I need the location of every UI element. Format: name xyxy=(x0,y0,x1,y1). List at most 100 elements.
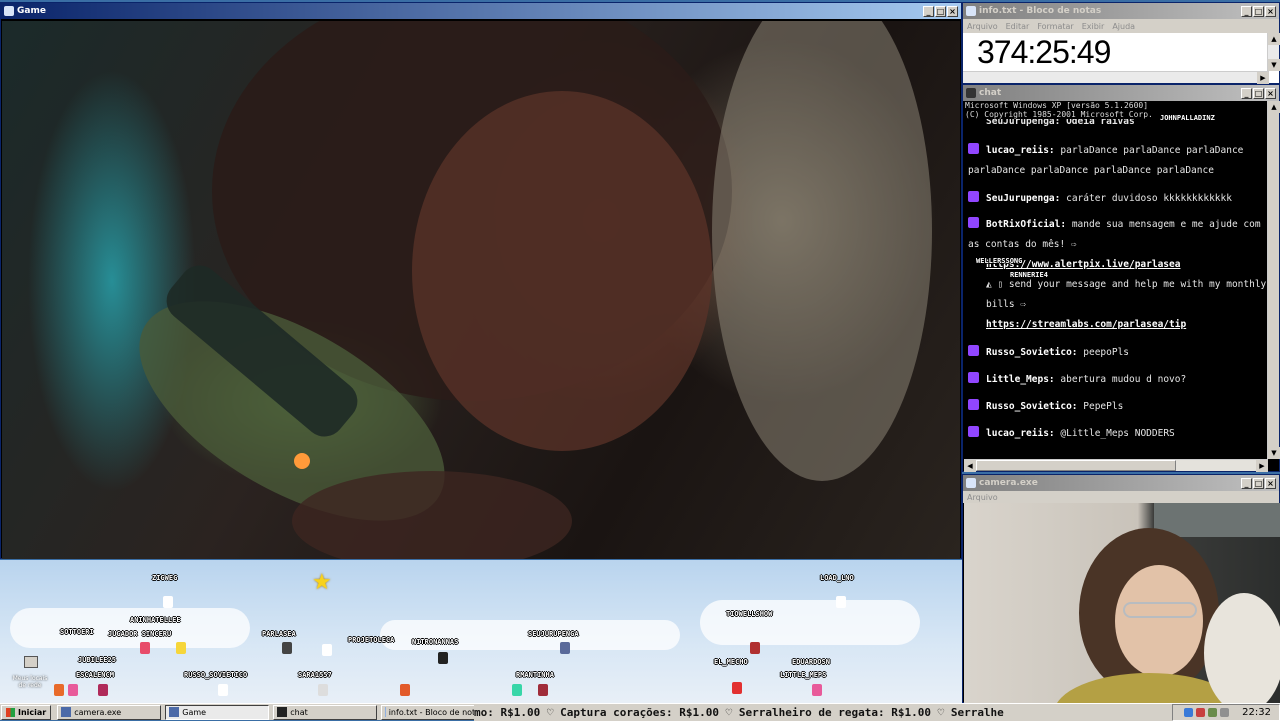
twitch-badge-icon xyxy=(968,399,979,410)
start-button[interactable]: Iniciar xyxy=(1,705,51,720)
menu-ajuda[interactable]: Ajuda xyxy=(1112,22,1135,31)
twitch-badge-icon xyxy=(968,372,979,383)
viewer-sprite xyxy=(512,684,522,696)
system-tray: 22:32 xyxy=(1172,704,1280,721)
camera-title: camera.exe xyxy=(979,478,1241,488)
maximize-button[interactable]: □ xyxy=(1253,6,1264,17)
tray-app-icon[interactable] xyxy=(1196,708,1205,717)
viewer-sprite xyxy=(54,684,64,696)
viewer-nick: ESCALENCM xyxy=(76,671,114,679)
twitch-badge-icon xyxy=(968,217,979,228)
chat-text: caráter duvidoso kkkkkkkkkkkk xyxy=(1066,193,1232,204)
notepad-horizontal-scrollbar[interactable]: ▶ xyxy=(963,71,1269,83)
viewer-nick: RUSSO_SOVIETICO xyxy=(184,671,247,679)
menu-exibir[interactable]: Exibir xyxy=(1082,22,1105,31)
minimize-button[interactable]: _ xyxy=(1241,478,1252,489)
desktop-icon-label: Meus locais de rede xyxy=(8,675,52,689)
chat-console: Microsoft Windows XP [versão 5.1.2600] (… xyxy=(964,101,1268,459)
viewer-nick: SEUJURUPENGA xyxy=(528,630,579,638)
camera-icon xyxy=(61,707,71,717)
close-button[interactable]: × xyxy=(1265,6,1276,17)
viewer-sprite xyxy=(538,684,548,696)
close-button[interactable]: × xyxy=(1265,478,1276,489)
chat-titlebar[interactable]: chat _ □ × xyxy=(963,85,1279,101)
menu-arquivo[interactable]: Arquivo xyxy=(967,22,998,31)
viewer-sprite xyxy=(400,684,410,696)
chat-cut-line: SeuJurupenga: Odeia raivas xyxy=(968,119,1135,129)
maximize-button[interactable]: □ xyxy=(935,6,946,17)
taskbar-clock[interactable]: 22:32 xyxy=(1242,707,1271,718)
close-button[interactable]: × xyxy=(947,6,958,17)
viewer-nick: LITTLE_MEPS xyxy=(780,671,826,679)
viewer-sprite xyxy=(732,682,742,694)
chat-username: BotRixOficial: xyxy=(986,219,1066,230)
task-label: Game xyxy=(182,708,206,717)
task-game[interactable]: Game xyxy=(165,705,269,720)
window-icon xyxy=(4,6,14,16)
task-camera[interactable]: camera.exe xyxy=(57,705,161,720)
chat-username: Little_Meps: xyxy=(986,374,1055,385)
minimize-button[interactable]: _ xyxy=(1241,88,1252,99)
viewer-sprite xyxy=(176,642,186,654)
scrollbar-thumb[interactable] xyxy=(976,460,1176,471)
camera-window: camera.exe _ □ × Arquivo xyxy=(962,474,1280,703)
close-button[interactable]: × xyxy=(1265,88,1276,99)
camera-menubar: Arquivo xyxy=(963,491,1279,503)
chat-link[interactable]: https://streamlabs.com/parlasea/tip xyxy=(986,319,1186,330)
scroll-right-icon[interactable]: ▶ xyxy=(1257,72,1269,84)
minimize-button[interactable]: _ xyxy=(1241,6,1252,17)
maximize-button[interactable]: □ xyxy=(1253,88,1264,99)
task-notepad[interactable]: info.txt - Bloco de notas xyxy=(381,705,485,720)
viewer-sprite xyxy=(750,642,760,654)
tray-network-icon[interactable] xyxy=(1184,708,1193,717)
viewer-sprite xyxy=(322,644,332,656)
scroll-down-icon[interactable]: ▼ xyxy=(1268,447,1280,459)
scroll-down-icon[interactable]: ▼ xyxy=(1268,59,1280,71)
viewer-sprite xyxy=(282,642,292,654)
notepad-titlebar[interactable]: info.txt - Bloco de notas _ □ × xyxy=(963,3,1279,19)
viewer-sprite xyxy=(68,684,78,696)
viewer-nick: LOAD_LNO xyxy=(820,574,854,582)
menu-editar[interactable]: Editar xyxy=(1006,22,1030,31)
viewer-nick: ZIGWEG xyxy=(152,574,177,582)
maximize-button[interactable]: □ xyxy=(1253,478,1264,489)
chat-vertical-scrollbar[interactable]: ▲ ▼ xyxy=(1267,101,1279,459)
menu-arquivo[interactable]: Arquivo xyxy=(967,493,998,502)
tray-app-icon[interactable] xyxy=(1208,708,1217,717)
chat-title: chat xyxy=(979,88,1241,98)
console-system-line: Microsoft Windows XP [versão 5.1.2600] xyxy=(964,101,1268,110)
chat-message: Russo_Sovietico: peepoPls xyxy=(968,343,1268,363)
tray-volume-icon[interactable] xyxy=(1220,708,1229,717)
console-icon xyxy=(277,707,287,717)
viewer-nick: SARA1557 xyxy=(298,671,332,679)
twitch-badge-icon xyxy=(968,143,979,154)
viewer-nick: PROJETOLECA xyxy=(348,636,394,644)
scroll-left-icon[interactable]: ◀ xyxy=(964,460,976,472)
chat-text: ◭ ▯ send your message and help me with m… xyxy=(968,275,1268,315)
start-label: Iniciar xyxy=(18,708,46,717)
minimize-button[interactable]: _ xyxy=(923,6,934,17)
cloud xyxy=(700,600,920,645)
cloud xyxy=(10,608,250,648)
viewer-nick: SOTTOERI xyxy=(60,628,94,636)
notepad-menubar: Arquivo Editar Formatar Exibir Ajuda xyxy=(963,19,1279,33)
network-places-icon[interactable] xyxy=(24,656,38,668)
chat-window: chat _ □ × Microsoft Windows XP [versão … xyxy=(962,84,1280,472)
viewer-sprite xyxy=(438,652,448,664)
viewer-nick: TIOWELLSHOW xyxy=(726,610,772,618)
notepad-vertical-scrollbar[interactable]: ▲ ▼ xyxy=(1267,33,1279,71)
chat-message: SeuJurupenga: caráter duvidoso kkkkkkkkk… xyxy=(968,189,1268,209)
game-titlebar[interactable]: Game _ □ × xyxy=(1,3,961,19)
notepad-text[interactable]: 374:25:49 xyxy=(963,33,1269,71)
camera-titlebar[interactable]: camera.exe _ □ × xyxy=(963,475,1279,491)
chat-message: lucao_reiis: parlaDance parlaDance parla… xyxy=(968,141,1268,181)
task-chat[interactable]: chat xyxy=(273,705,377,720)
scroll-up-icon[interactable]: ▲ xyxy=(1268,101,1280,113)
chat-username: lucao_reiis: xyxy=(986,145,1055,156)
chat-horizontal-scrollbar[interactable]: ◀ ▶ xyxy=(964,459,1268,471)
scroll-up-icon[interactable]: ▲ xyxy=(1268,33,1280,45)
scroll-right-icon[interactable]: ▶ xyxy=(1256,460,1268,472)
menu-formatar[interactable]: Formatar xyxy=(1037,22,1073,31)
floating-nick: RENNERIE4 xyxy=(1010,271,1048,279)
floating-nick: WELLERSSONG xyxy=(976,257,1022,265)
